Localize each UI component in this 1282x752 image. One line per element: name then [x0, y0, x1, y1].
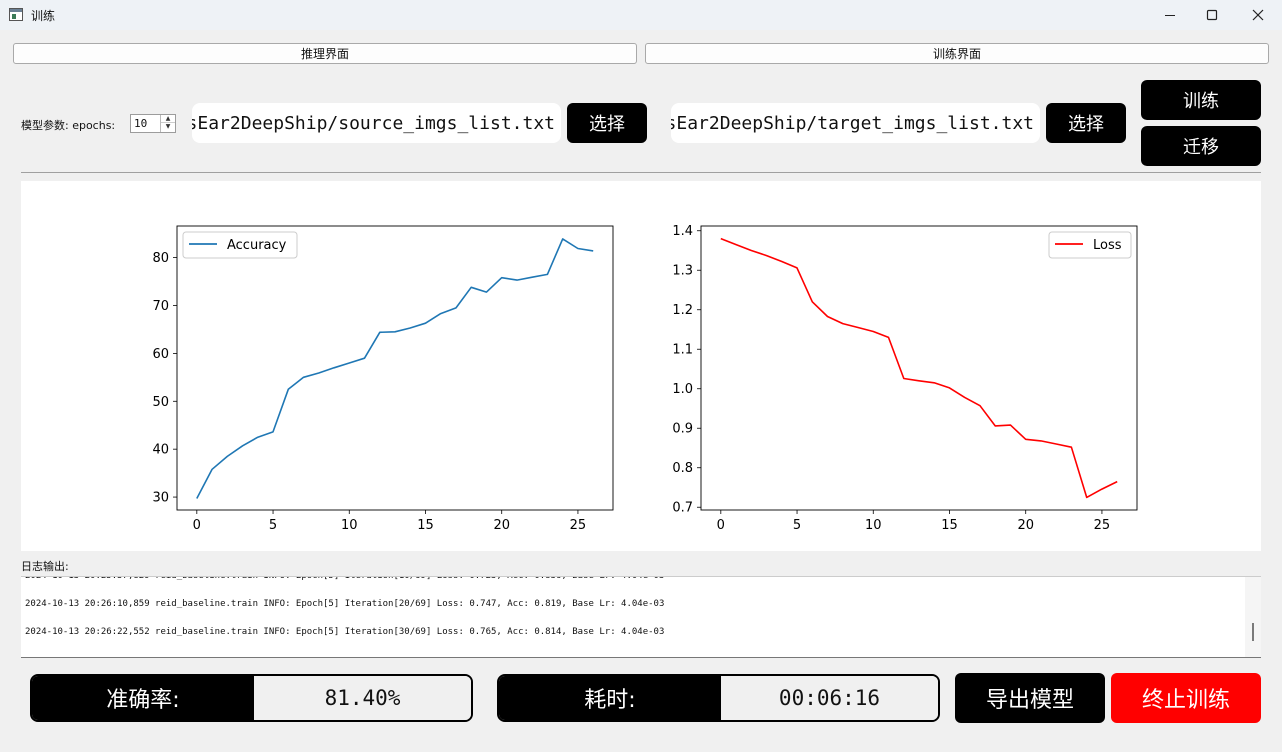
- y-tick-label: 80: [152, 251, 169, 266]
- x-tick-label: 15: [941, 518, 958, 533]
- source-select-button[interactable]: 选择: [567, 103, 647, 143]
- y-tick-label: 50: [152, 395, 169, 410]
- log-scroll-thumb[interactable]: [1252, 623, 1254, 641]
- elapsed-label: 耗时:: [499, 676, 721, 720]
- app-icon: [9, 8, 23, 21]
- x-tick-label: 5: [793, 518, 801, 533]
- x-tick-label: 5: [269, 518, 277, 533]
- close-button[interactable]: [1235, 0, 1281, 30]
- target-select-button[interactable]: 选择: [1046, 103, 1126, 143]
- y-tick-label: 1.1: [672, 343, 693, 358]
- title-bar: [0, 0, 1282, 30]
- window-title: 训练: [31, 9, 56, 23]
- legend-label: Loss: [1093, 238, 1122, 253]
- elapsed-value: 00:06:16: [721, 676, 938, 720]
- x-tick-label: 0: [717, 518, 725, 533]
- minimize-button[interactable]: [1147, 0, 1193, 30]
- series-line-loss: [720, 237, 1118, 499]
- chart-1: 0 5 10 15 20 25 0.7 0.8 0.9 1.0 1.1 1.2 1.3 1.4 Loss: [672, 224, 1138, 533]
- y-tick-label: 1.2: [672, 303, 693, 318]
- elapsed-panel: 耗时: 00:06:16: [497, 674, 940, 722]
- epochs-value: 10: [134, 117, 148, 130]
- y-tick-label: 70: [152, 299, 169, 314]
- x-tick-label: 10: [341, 518, 358, 533]
- series-line-accuracy: [196, 238, 594, 499]
- log-line: 2024-10-13 20:26:10,859 reid_baseline.tr…: [25, 599, 665, 609]
- model-params-label: 模型参数: epochs:: [21, 119, 116, 132]
- plot-frame: [700, 225, 1138, 511]
- plot-frame: [176, 225, 614, 511]
- source-path-text: hipsEar2DeepShip/source_imgs_list.txt: [192, 113, 555, 134]
- legend-label: Accuracy: [227, 238, 287, 253]
- accuracy-panel: 准确率: 81.40%: [30, 674, 473, 722]
- y-tick-label: 0.8: [672, 461, 693, 476]
- train-button[interactable]: 训练: [1141, 80, 1261, 120]
- epochs-spinbox[interactable]: 10 ▲ ▼: [130, 114, 176, 133]
- x-tick-label: 10: [865, 518, 882, 533]
- y-tick-label: 30: [152, 491, 169, 506]
- y-tick-label: 0.7: [672, 501, 693, 516]
- x-tick-label: 0: [193, 518, 201, 533]
- y-tick-label: 1.3: [672, 264, 693, 279]
- maximize-button[interactable]: [1189, 0, 1235, 30]
- log-line: 2024-10-13 20:26:22,552 reid_baseline.tr…: [25, 627, 665, 637]
- y-tick-label: 0.9: [672, 422, 693, 437]
- inference-view-button[interactable]: 推理界面: [13, 43, 637, 64]
- x-tick-label: 15: [417, 518, 434, 533]
- log-output[interactable]: 2024-10-13 20:25:57,829 reid_baseline.tr…: [21, 576, 1261, 658]
- spin-down-icon[interactable]: ▼: [161, 123, 175, 131]
- stop-training-button[interactable]: 终止训练: [1111, 673, 1261, 723]
- source-path-field[interactable]: hipsEar2DeepShip/source_imgs_list.txt: [192, 103, 561, 143]
- accuracy-value: 81.40%: [254, 676, 471, 720]
- accuracy-label: 准确率:: [32, 676, 254, 720]
- y-tick-label: 1.4: [672, 224, 693, 239]
- training-view-button[interactable]: 训练界面: [645, 43, 1269, 64]
- y-tick-label: 60: [152, 347, 169, 362]
- log-line: 2024-10-13 20:25:57,829 reid_baseline.tr…: [25, 576, 665, 581]
- target-path-field[interactable]: hipsEar2DeepShip/target_imgs_list.txt: [671, 103, 1040, 143]
- chart-area: 0 5 10 15 20 25 30 40 50 60 70 80 Accuracy 0 5 10 15 20 25…: [21, 181, 1261, 551]
- y-tick-label: 40: [152, 443, 169, 458]
- target-path-text: hipsEar2DeepShip/target_imgs_list.txt: [671, 113, 1034, 134]
- minimize-icon: [1165, 15, 1175, 16]
- close-icon: [1252, 9, 1264, 21]
- y-tick-label: 1.0: [672, 382, 693, 397]
- transfer-button[interactable]: 迁移: [1141, 126, 1261, 166]
- log-lines: 2024-10-13 20:25:57,829 reid_baseline.tr…: [25, 576, 1235, 653]
- log-scrollbar[interactable]: [1245, 577, 1261, 657]
- chart-0: 0 5 10 15 20 25 30 40 50 60 70 80 Accuracy: [152, 225, 614, 533]
- charts-svg: 0 5 10 15 20 25 30 40 50 60 70 80 Accuracy 0 5 10 15 20 25…: [152, 224, 1138, 533]
- spin-arrows: ▲ ▼: [160, 115, 175, 132]
- x-tick-label: 25: [1094, 518, 1111, 533]
- export-model-button[interactable]: 导出模型: [955, 673, 1105, 723]
- x-tick-label: 20: [493, 518, 510, 533]
- spin-up-icon[interactable]: ▲: [161, 115, 175, 123]
- x-tick-label: 20: [1017, 518, 1034, 533]
- divider: [21, 172, 1261, 173]
- log-label: 日志输出:: [21, 560, 69, 573]
- x-tick-label: 25: [570, 518, 587, 533]
- maximize-icon: [1206, 9, 1218, 21]
